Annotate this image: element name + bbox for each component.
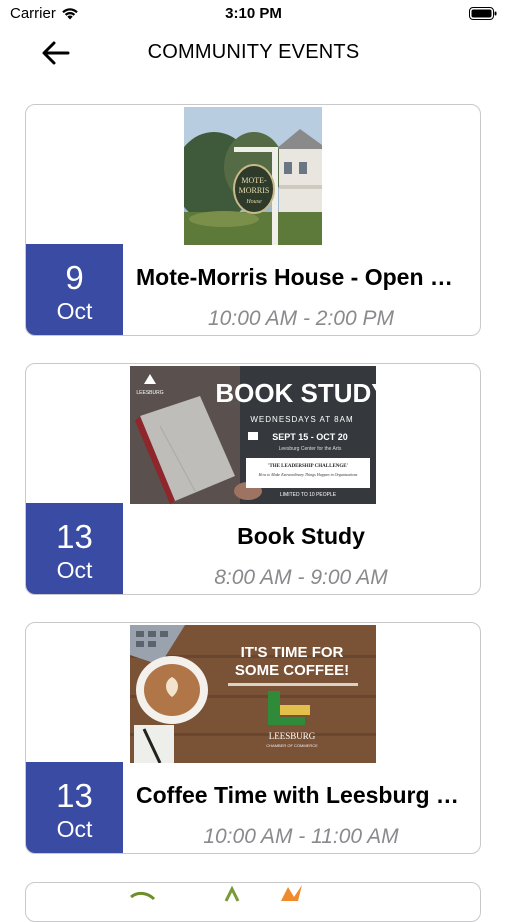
- event-month: Oct: [56, 298, 93, 324]
- event-card[interactable]: IT'S TIME FOR SOME COFFEE! LEESBURG CHAM…: [25, 622, 481, 854]
- event-time: 10:00 AM - 2:00 PM: [208, 307, 394, 330]
- event-title: Coffee Time with Leesburg Chamber: [136, 782, 466, 808]
- event-date-badge: 9 Oct: [26, 244, 123, 335]
- event-title: Book Study: [237, 523, 365, 549]
- image-logo-text: LEESBURG: [269, 731, 316, 741]
- image-dates: SEPT 15 - OCT 20: [272, 432, 348, 442]
- navigation-header: COMMUNITY EVENTS: [0, 30, 507, 76]
- event-card-partial[interactable]: [25, 882, 481, 922]
- sign-text-3: House: [245, 199, 262, 205]
- logo-text: LEESBURG: [136, 390, 163, 396]
- image-schedule: WEDNESDAYS AT 8AM: [250, 415, 353, 424]
- event-image: IT'S TIME FOR SOME COFFEE! LEESBURG CHAM…: [130, 625, 376, 763]
- battery-icon: [469, 7, 497, 20]
- image-limit: LIMITED TO 10 PEOPLE: [280, 492, 337, 498]
- event-day: 9: [65, 259, 84, 296]
- event-time: 10:00 AM - 11:00 AM: [203, 825, 399, 848]
- event-month: Oct: [56, 557, 93, 583]
- event-date-badge: 13 Oct: [26, 762, 123, 853]
- event-image: LEESBURG BOOK STUDY WEDNESDAYS AT 8AM SE…: [130, 366, 376, 504]
- event-month: Oct: [56, 816, 93, 842]
- image-heading: BOOK STUDY: [215, 378, 376, 408]
- status-time: 3:10 PM: [225, 5, 282, 22]
- event-title: Mote-Morris House - Open House: [136, 264, 466, 290]
- image-book-title: 'THE LEADERSHIP CHALLENGE': [268, 464, 349, 469]
- event-image: MOTE- MORRIS House: [184, 107, 322, 245]
- event-day: 13: [56, 518, 93, 555]
- image-venue: Leesburg Center for the Arts: [279, 446, 342, 452]
- event-card[interactable]: MOTE- MORRIS House 9 Oct Mote-Morris Hou…: [25, 104, 481, 336]
- page-title: COMMUNITY EVENTS: [147, 41, 360, 63]
- image-logo-sub: CHAMBER OF COMMERCE: [266, 743, 318, 748]
- event-time: 8:00 AM - 9:00 AM: [214, 566, 388, 589]
- sign-text-2: MORRIS: [239, 186, 270, 195]
- image-line-2: SOME COFFEE!: [235, 662, 349, 679]
- event-day: 13: [56, 777, 93, 814]
- event-date-badge: 13 Oct: [26, 503, 123, 594]
- image-book-subtitle: How to Make Extraordinary Things Happen …: [258, 472, 358, 477]
- event-image-partial: [130, 885, 302, 902]
- status-bar: Carrier 3:10 PM: [0, 0, 507, 30]
- image-line-1: IT'S TIME FOR: [241, 644, 344, 661]
- sign-text-1: MOTE-: [241, 176, 267, 185]
- event-card[interactable]: LEESBURG BOOK STUDY WEDNESDAYS AT 8AM SE…: [25, 363, 481, 595]
